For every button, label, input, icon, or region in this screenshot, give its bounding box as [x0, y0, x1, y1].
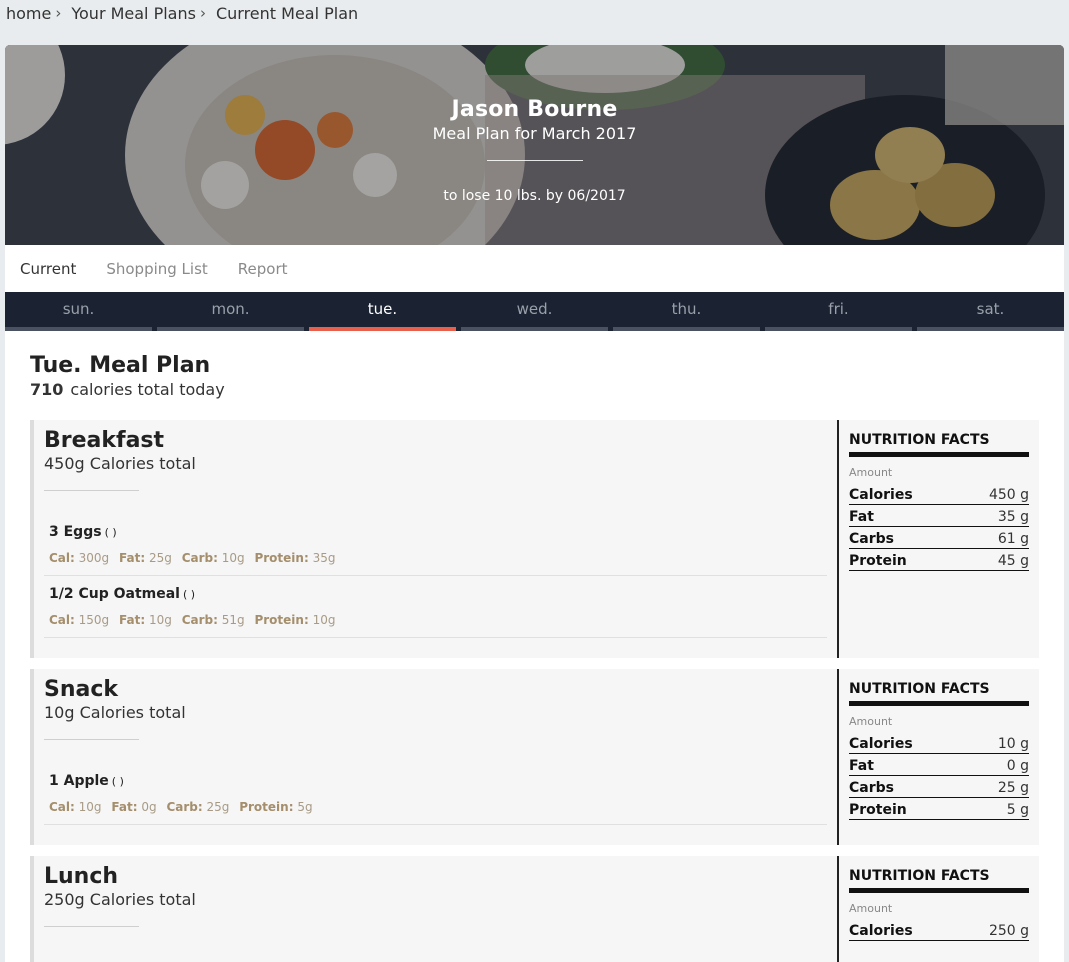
nutrition-facts-title: NUTRITION FACTS	[849, 681, 1029, 706]
page-title: Tue. Meal Plan	[30, 353, 211, 378]
day-tab-wed[interactable]: wed.	[461, 292, 608, 331]
meal-total: 250g Calories total	[44, 890, 196, 909]
chevron-right-icon: ›	[199, 4, 206, 22]
tab-report[interactable]: Report	[238, 260, 288, 278]
nutrition-row-fat: Fat 0 g	[849, 754, 1029, 776]
day-tab-mon[interactable]: mon.	[157, 292, 304, 331]
daily-calories: 710 calories total today	[30, 380, 1039, 399]
divider	[44, 490, 139, 491]
food-name: 1/2 Cup Oatmeal	[49, 586, 180, 602]
meal-name: Breakfast	[44, 428, 165, 453]
day-tab-fri[interactable]: fri.	[765, 292, 912, 331]
meal-name: Lunch	[44, 864, 119, 889]
meal-section-lunch: Lunch 250g Calories total NUTRITION FACT…	[30, 856, 1039, 962]
meal-plan-card: Jason Bourne Meal Plan for March 2017 to…	[5, 45, 1064, 962]
food-name: 3 Eggs	[49, 524, 102, 540]
nutrition-row-fat: Fat 35 g	[849, 505, 1029, 527]
nutrition-row-protein: Protein 45 g	[849, 549, 1029, 571]
food-name: 1 Apple	[49, 773, 109, 789]
hero-banner: Jason Bourne Meal Plan for March 2017 to…	[5, 45, 1064, 245]
meal-plan-content: Tue. Meal Plan 710 calories total today B…	[5, 331, 1064, 962]
day-tab-sun[interactable]: sun.	[5, 292, 152, 331]
breadcrumb-home[interactable]: home	[6, 4, 51, 23]
nutrition-row-carbs: Carbs 25 g	[849, 776, 1029, 798]
nutrition-facts-title: NUTRITION FACTS	[849, 432, 1029, 457]
day-selector: sun. mon. tue. wed. thu. fri. sat.	[5, 292, 1064, 331]
nutrition-facts-panel: NUTRITION FACTS Amount Calories 250 g	[839, 856, 1039, 962]
calorie-count: 710	[30, 380, 64, 399]
food-note: ( )	[182, 588, 196, 601]
meal-total: 450g Calories total	[44, 454, 196, 473]
tab-current[interactable]: Current	[20, 260, 76, 278]
meal-name: Snack	[44, 677, 119, 702]
divider	[44, 739, 139, 740]
tab-shopping-list[interactable]: Shopping List	[106, 260, 207, 278]
food-note: ( )	[104, 526, 117, 539]
food-macros: Cal: 150g Fat: 10g Carb: 51g Protein: 10…	[49, 613, 336, 627]
nutrition-facts-panel: NUTRITION FACTS Amount Calories 450 g Fat…	[839, 420, 1039, 658]
nutrition-row-carbs: Carbs 61 g	[849, 527, 1029, 549]
goal-text: to lose 10 lbs. by 06/2017	[443, 188, 626, 204]
list-item[interactable]: 1 Apple( ) Cal: 10g Fat: 0g Carb: 25g Pr…	[44, 773, 827, 825]
food-note: ( )	[111, 775, 124, 788]
meal-section-breakfast: Breakfast 450g Calories total 3 Eggs( ) …	[30, 420, 1039, 658]
day-tab-tue[interactable]: tue.	[309, 292, 456, 331]
breadcrumb: home › Your Meal Plans › Current Meal Pl…	[6, 4, 362, 23]
food-macros: Cal: 300g Fat: 25g Carb: 10g Protein: 35…	[49, 551, 336, 565]
day-tab-sat[interactable]: sat.	[917, 292, 1064, 331]
meal-section-snack: Snack 10g Calories total 1 Apple( ) Cal:…	[30, 669, 1039, 845]
meal-total: 10g Calories total	[44, 703, 186, 722]
nutrition-row-protein: Protein 5 g	[849, 798, 1029, 820]
day-tab-thu[interactable]: thu.	[613, 292, 760, 331]
breadcrumb-current: Current Meal Plan	[215, 4, 359, 23]
nutrition-facts-panel: NUTRITION FACTS Amount Calories 10 g Fat 0…	[839, 669, 1039, 845]
divider	[486, 160, 583, 161]
nutrition-facts-title: NUTRITION FACTS	[849, 868, 1029, 893]
plan-subtitle: Meal Plan for March 2017	[432, 124, 637, 143]
food-macros: Cal: 10g Fat: 0g Carb: 25g Protein: 5g	[49, 800, 313, 814]
list-item[interactable]: 3 Eggs( ) Cal: 300g Fat: 25g Carb: 10g P…	[44, 524, 827, 576]
nutrition-row-calories: Calories 450 g	[849, 483, 1029, 505]
divider	[44, 926, 139, 927]
user-name: Jason Bourne	[451, 97, 618, 122]
nutrition-row-calories: Calories 250 g	[849, 919, 1029, 941]
plan-tabs: Current Shopping List Report	[5, 245, 1064, 292]
list-item[interactable]: 1/2 Cup Oatmeal( ) Cal: 150g Fat: 10g Ca…	[44, 586, 827, 638]
nutrition-row-calories: Calories 10 g	[849, 732, 1029, 754]
chevron-right-icon: ›	[55, 4, 62, 22]
calorie-label: calories total today	[70, 380, 225, 399]
breadcrumb-meal-plans[interactable]: Your Meal Plans	[71, 4, 196, 23]
